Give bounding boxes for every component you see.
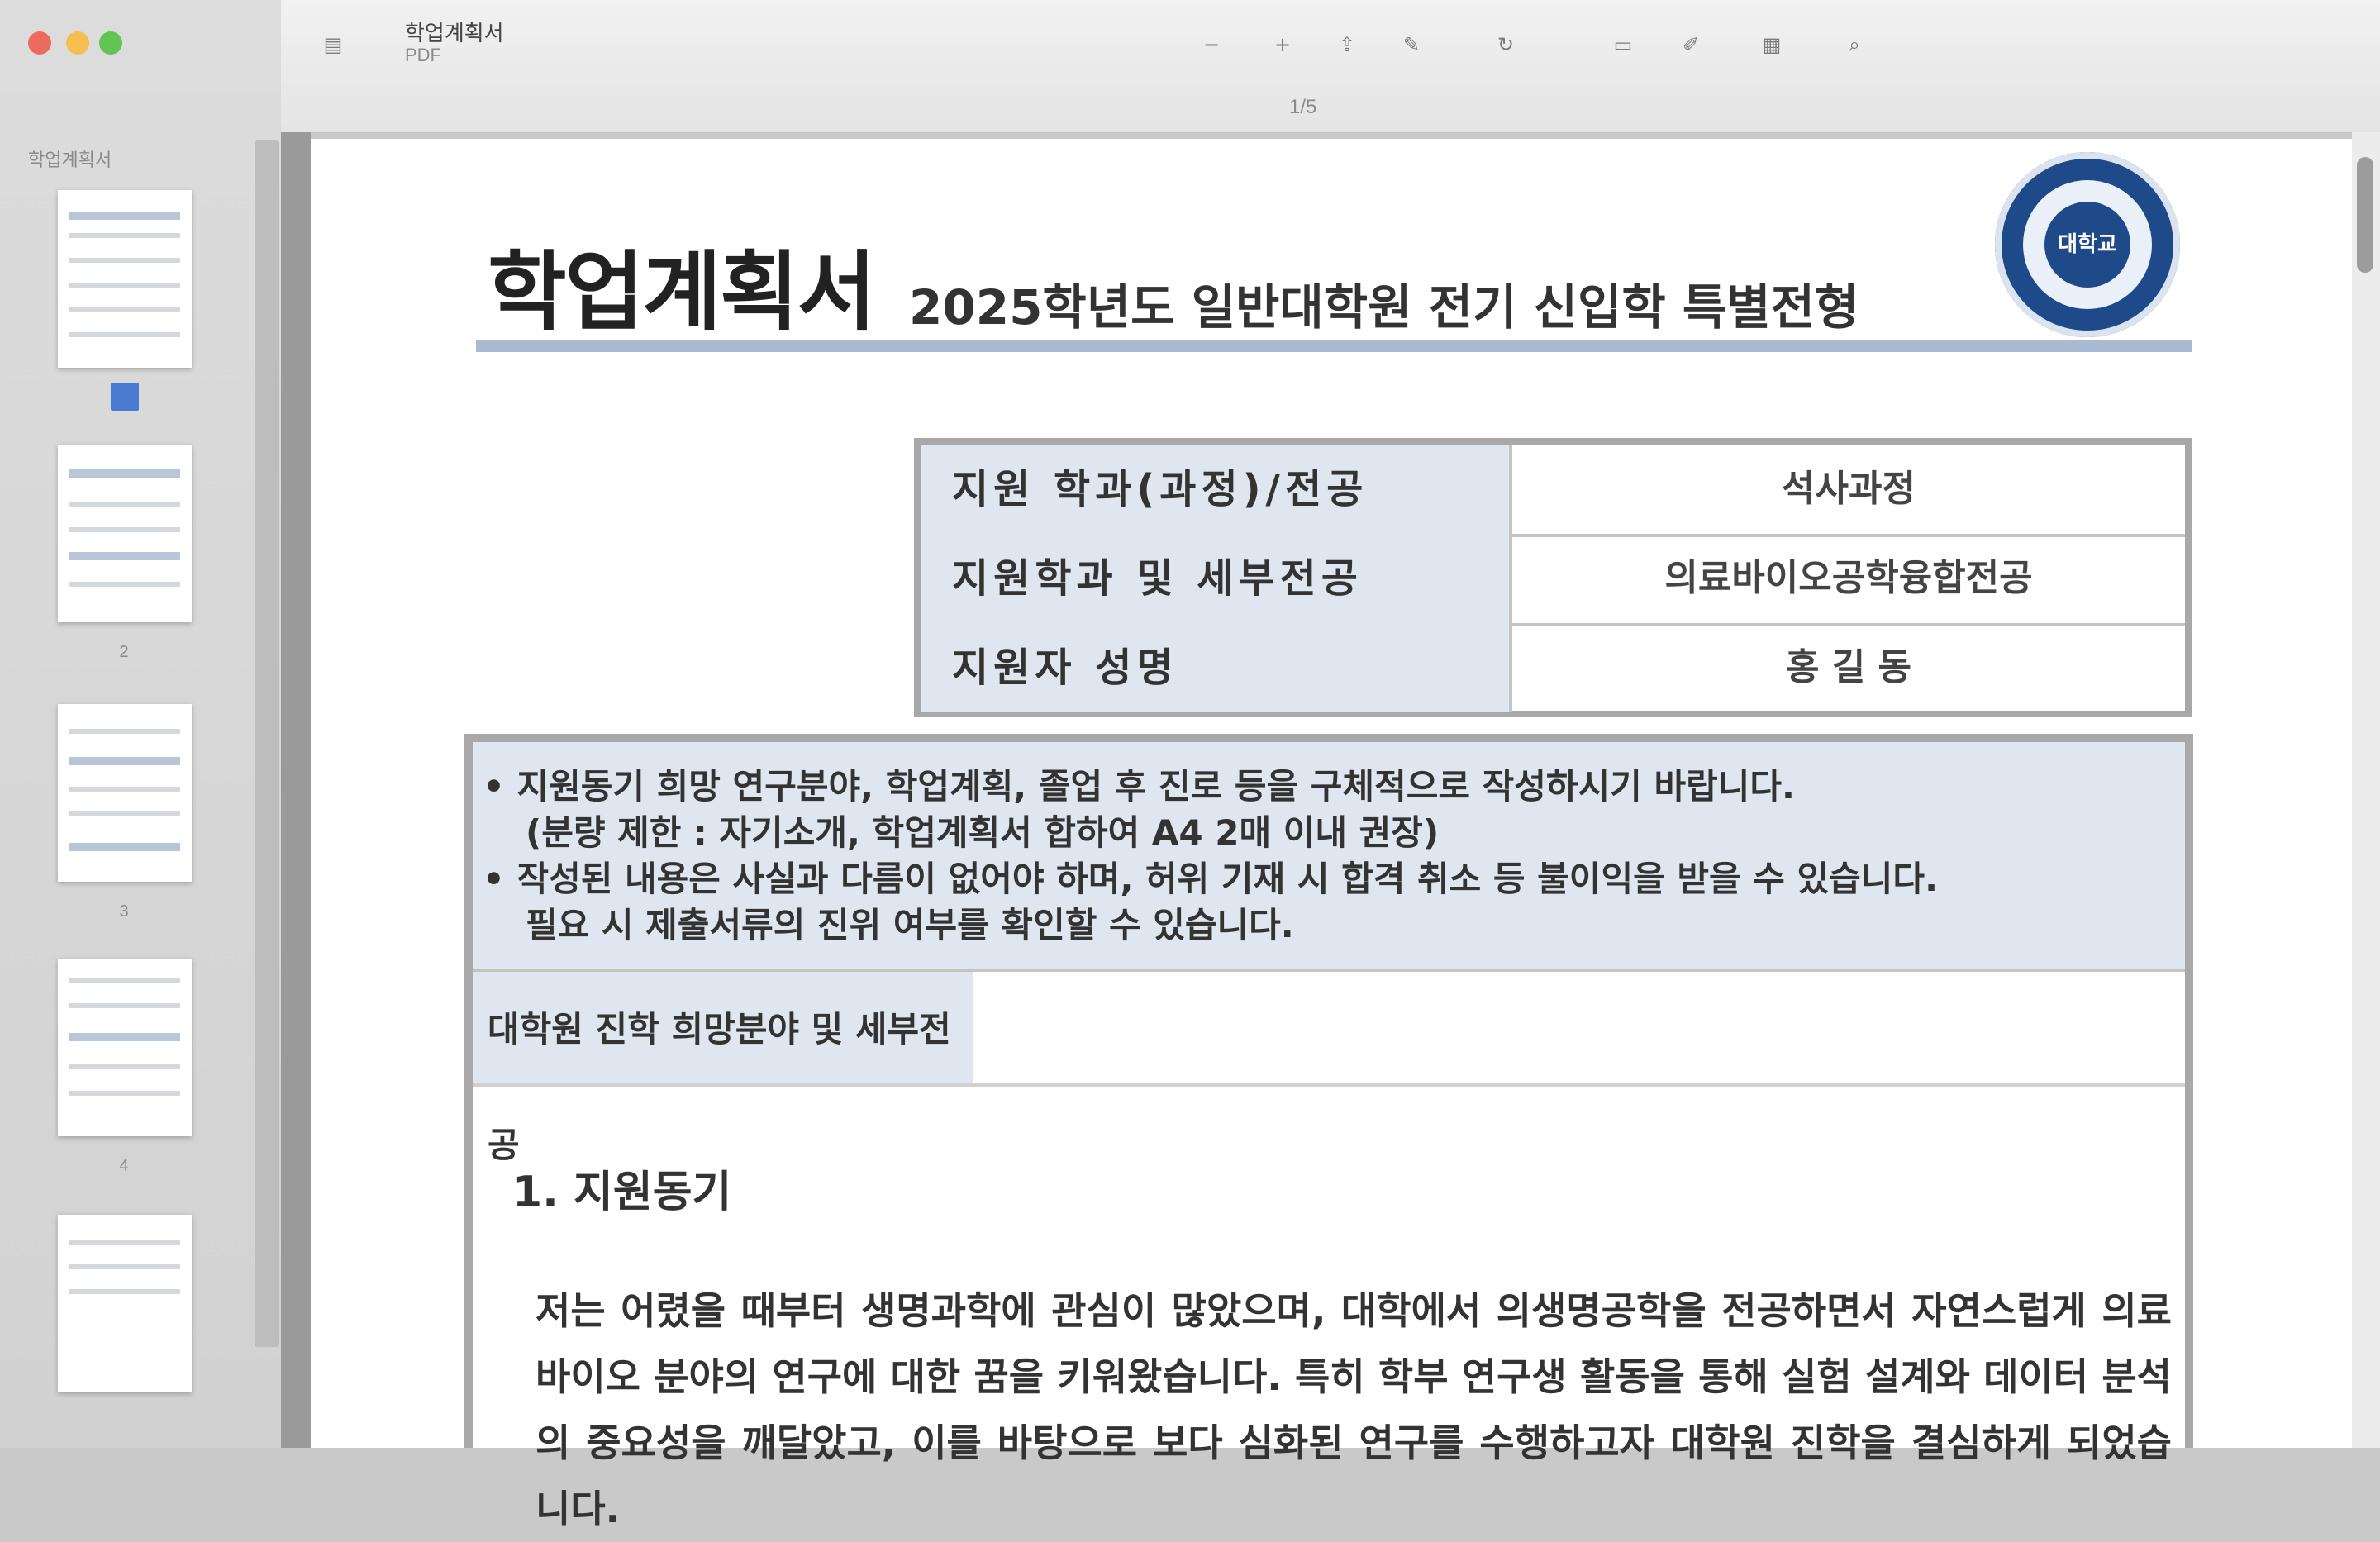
info-value: 홍 길 동 [1785, 646, 1912, 688]
window-title: 학업계획서 [405, 21, 504, 45]
thumbnail-number: 4 [119, 1157, 129, 1175]
page-thumbnail-2[interactable] [58, 445, 192, 622]
highlight-button[interactable]: ▭ [1602, 28, 1645, 61]
form-button[interactable]: ▦ [1742, 28, 1802, 61]
page-indicator: 1/5 [1289, 96, 1317, 118]
seal-text: 대학교 [2044, 202, 2130, 288]
page-thumbnail-4[interactable] [58, 959, 192, 1136]
thumbnail-number: 2 [119, 643, 129, 661]
toolbar [281, 0, 2380, 133]
document-title: 학업계획서 [488, 240, 876, 342]
markup-button[interactable]: ✎ [1390, 28, 1433, 61]
page-thumbnail-5[interactable] [58, 1215, 192, 1392]
info-label: 지원자 성명 [921, 623, 1512, 712]
plan-form-box: • 지원동기 희망 연구분야, 학업계획, 졸업 후 진로 등을 구체적으로 작… [464, 734, 2193, 1531]
info-value: 의료바이오공학융합전공 [1664, 557, 2033, 599]
info-row: 지원자 성명 홍 길 동 [921, 623, 2185, 712]
section-heading: 1. 지원동기 [512, 1168, 732, 1217]
instruction-line: (분량 제한 : 자기소개, 학업계획서 합하여 A4 2매 이내 권장) [526, 812, 1440, 853]
window-subtitle: PDF [405, 45, 441, 65]
sidebar-toggle-button[interactable]: ▤ [311, 28, 355, 61]
info-row: 지원 학과(과정)/전공 석사과정 [921, 445, 2185, 537]
desired-field-row: 대학원 진학 희망분야 및 세부전공 [473, 972, 2185, 1165]
document-subtitle: 2025학년도 일반대학원 전기 신입학 특별전형 [909, 279, 1859, 336]
instruction-line: • 작성된 내용은 사실과 다름이 없어야 하며, 허위 기재 시 합격 취소 … [483, 859, 1939, 899]
sidebar-label: 학업계획서 [28, 150, 112, 170]
info-row: 지원학과 및 세부전공 의료바이오공학융합전공 [921, 534, 2185, 626]
maximize-window-button[interactable] [99, 31, 122, 55]
close-window-button[interactable] [28, 31, 51, 55]
zoom-in-button[interactable]: + [1261, 28, 1304, 61]
document-scrollbar-thumb[interactable] [2357, 157, 2373, 273]
desired-field-label: 대학원 진학 희망분야 및 세부전공 [473, 972, 973, 1165]
document-scrollbar[interactable] [2352, 132, 2380, 1448]
zoom-out-button[interactable]: − [1190, 28, 1233, 61]
sidebar-scrollbar[interactable] [255, 140, 279, 1347]
university-seal: 대학교 [1995, 152, 2180, 337]
thumbnail-number: 3 [119, 902, 129, 921]
info-value: 석사과정 [1782, 468, 1916, 510]
info-label: 지원 학과(과정)/전공 [921, 445, 1512, 534]
instructions-box: • 지원동기 희망 연구분야, 학업계획, 졸업 후 진로 등을 구체적으로 작… [473, 742, 2185, 972]
thumbnail-selection-indicator [111, 383, 139, 411]
title-divider [476, 340, 2192, 352]
page-thumbnail-3[interactable] [58, 704, 192, 882]
minimize-window-button[interactable] [66, 31, 89, 55]
page-thumbnail-1[interactable] [58, 190, 192, 368]
annotate-button[interactable]: ✐ [1669, 28, 1712, 61]
instruction-line: 필요 시 제출서류의 진위 여부를 확인할 수 있습니다. [526, 905, 1294, 945]
info-label: 지원학과 및 세부전공 [921, 534, 1512, 623]
section-body-text: 저는 어렸을 때부터 생명과학에 관심이 많았으며, 대학에서 의생명공학을 전… [536, 1288, 2172, 1531]
desired-field-value [973, 972, 2185, 1083]
instruction-line: • 지원동기 희망 연구분야, 학업계획, 졸업 후 진로 등을 구체적으로 작… [483, 766, 1795, 807]
rotate-button[interactable]: ↻ [1484, 28, 1527, 61]
search-button[interactable]: ⌕ [1821, 28, 1887, 61]
applicant-info-table: 지원 학과(과정)/전공 석사과정 지원학과 및 세부전공 의료바이오공학융합전… [914, 438, 2192, 717]
share-button[interactable]: ⇪ [1326, 28, 1368, 61]
document-gutter [281, 132, 311, 1448]
